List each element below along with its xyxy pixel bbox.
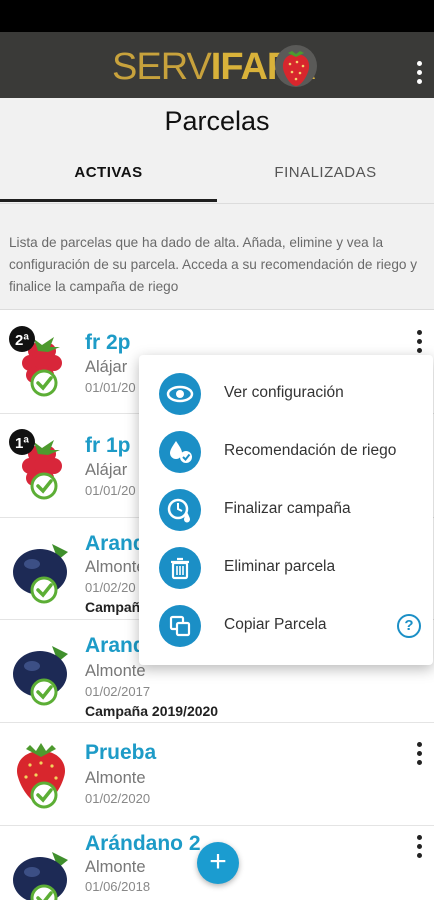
parcel-campaign: Campaña 2019/2020 bbox=[85, 703, 219, 719]
menu-item-label: Recomendación de riego bbox=[224, 442, 397, 459]
parcel-name: Prueba bbox=[85, 741, 157, 764]
view-config-icon bbox=[159, 373, 201, 415]
parcel-location: Alájar bbox=[85, 358, 128, 376]
status-bar bbox=[0, 0, 434, 32]
menu-item-label: Eliminar parcela bbox=[224, 558, 336, 575]
parcel-date: 01/02/20 bbox=[85, 580, 136, 595]
blueberry-icon bbox=[13, 544, 68, 604]
parcel-name: Arand bbox=[85, 532, 146, 555]
menu-item-recomendacion-riego[interactable]: Recomendación de riego bbox=[139, 423, 433, 481]
page-title: Parcelas bbox=[164, 106, 270, 136]
parcel-row[interactable]: Prueba Almonte 01/02/2020 bbox=[0, 723, 434, 826]
parcel-date: 01/01/20 bbox=[85, 380, 136, 395]
parcel-campaign: Campañ bbox=[85, 599, 141, 615]
tab-finalizadas[interactable]: FINALIZADAS bbox=[217, 164, 434, 181]
servifapa-logo: SERVIFAPA bbox=[112, 42, 318, 94]
intro-section: Lista de parcelas que ha dado de alta. A… bbox=[0, 204, 434, 310]
blueberry-icon bbox=[13, 646, 68, 706]
order-badge: 1ª bbox=[15, 435, 29, 452]
parcel-location: Almonte bbox=[85, 662, 146, 680]
menu-item-finalizar-campana[interactable]: Finalizar campaña bbox=[139, 481, 433, 539]
parcel-location: Almonte bbox=[85, 858, 146, 876]
raspberry-icon: 1ª bbox=[9, 429, 62, 500]
copy-icon bbox=[159, 605, 201, 647]
blueberry-icon bbox=[13, 852, 68, 900]
parcel-name: Arand bbox=[85, 634, 146, 657]
logo-text-serv: SERV bbox=[112, 46, 212, 88]
finish-campaign-icon bbox=[159, 489, 201, 531]
row-more-icon[interactable] bbox=[409, 832, 429, 860]
menu-item-ver-configuracion[interactable]: Ver configuración bbox=[139, 365, 433, 423]
row-more-icon[interactable] bbox=[409, 739, 429, 767]
order-badge: 2ª bbox=[15, 332, 29, 349]
parcel-date: 01/06/2018 bbox=[85, 879, 151, 894]
add-parcel-button[interactable]: + bbox=[197, 842, 239, 884]
title-area: Parcelas ACTIVAS FINALIZADAS bbox=[0, 98, 434, 204]
tab-activas[interactable]: ACTIVAS bbox=[0, 164, 217, 181]
overflow-menu-icon[interactable] bbox=[409, 58, 429, 86]
raspberry-icon: 2ª bbox=[9, 326, 62, 397]
menu-item-label: Ver configuración bbox=[224, 384, 344, 401]
parcel-location: Almonte bbox=[85, 558, 146, 576]
parcel-name: fr 2p bbox=[85, 331, 131, 354]
row-more-icon[interactable] bbox=[409, 327, 429, 355]
strawberry-logo-icon bbox=[275, 45, 317, 87]
parcel-name: Arándano 2 bbox=[85, 832, 201, 855]
strawberry-icon bbox=[16, 743, 66, 809]
menu-item-eliminar-parcela[interactable]: Eliminar parcela bbox=[139, 539, 433, 597]
active-tab-indicator bbox=[0, 199, 217, 202]
parcel-location: Alájar bbox=[85, 461, 128, 479]
parcel-date: 01/01/20 bbox=[85, 483, 136, 498]
parcel-date: 01/02/2020 bbox=[85, 791, 151, 806]
parcel-location: Almonte bbox=[85, 769, 146, 787]
intro-text: Lista de parcelas que ha dado de alta. A… bbox=[9, 235, 418, 294]
menu-item-copiar-parcela[interactable]: Copiar Parcela ? bbox=[139, 597, 433, 655]
parcel-name: fr 1p bbox=[85, 434, 131, 457]
help-icon[interactable]: ? bbox=[397, 614, 421, 638]
irrigation-recommendation-icon bbox=[159, 431, 201, 473]
parcel-date: 01/02/2017 bbox=[85, 684, 151, 699]
menu-item-label: Copiar Parcela bbox=[224, 616, 327, 633]
context-menu: Ver configuración Recomendación de riego… bbox=[139, 355, 433, 665]
menu-item-label: Finalizar campaña bbox=[224, 500, 351, 517]
trash-icon bbox=[159, 547, 201, 589]
